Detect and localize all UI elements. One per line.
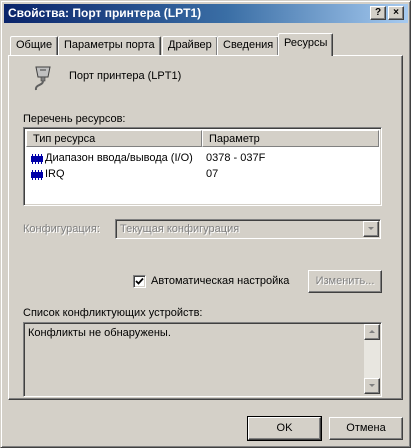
scroll-down-button[interactable] bbox=[364, 378, 380, 394]
table-row[interactable]: Диапазон ввода/вывода (I/O) 0378 - 037F bbox=[26, 150, 379, 166]
chip-icon bbox=[30, 169, 44, 185]
chevron-down-icon bbox=[368, 227, 374, 230]
arrow-up-icon bbox=[369, 330, 375, 333]
resource-value: 0378 - 037F bbox=[206, 152, 266, 164]
conflicts-box: Конфликты не обнаружены. bbox=[23, 322, 382, 397]
resource-value: 07 bbox=[206, 168, 219, 180]
printer-port-icon bbox=[31, 64, 57, 94]
table-row[interactable]: IRQ 07 bbox=[26, 166, 379, 182]
column-header-value[interactable]: Параметр bbox=[202, 130, 379, 147]
device-name: Порт принтера (LPT1) bbox=[69, 70, 182, 82]
checkmark-icon bbox=[135, 277, 144, 285]
auto-settings-label: Автоматическая настройка bbox=[151, 275, 290, 287]
help-button[interactable]: ? bbox=[370, 6, 386, 20]
resource-list[interactable]: Тип ресурса Параметр Диапазон ввода/выво… bbox=[23, 127, 382, 206]
resource-type: IRQ bbox=[45, 168, 65, 180]
vertical-scrollbar[interactable] bbox=[364, 324, 380, 394]
resources-panel: Порт принтера (LPT1) Перечень ресурсов: … bbox=[8, 55, 403, 400]
cancel-button[interactable]: Отмена bbox=[329, 417, 403, 440]
dropdown-button[interactable] bbox=[363, 221, 379, 237]
close-button[interactable]: × bbox=[388, 6, 404, 20]
title-bar[interactable]: Свойства: Порт принтера (LPT1) ? × bbox=[4, 4, 408, 23]
tab-driver[interactable]: Драйвер bbox=[162, 36, 218, 55]
change-settings-button[interactable]: Изменить... bbox=[308, 270, 382, 293]
properties-dialog: Свойства: Порт принтера (LPT1) ? × Общие… bbox=[0, 0, 411, 448]
conflicts-label: Список конфликтующих устройств: bbox=[23, 307, 203, 319]
column-header-type[interactable]: Тип ресурса bbox=[26, 130, 202, 147]
conflicts-text: Конфликты не обнаружены. bbox=[28, 327, 171, 339]
ok-button[interactable]: OK bbox=[247, 416, 322, 441]
arrow-down-icon bbox=[369, 384, 375, 387]
tab-resources[interactable]: Ресурсы bbox=[278, 33, 334, 56]
tab-details[interactable]: Сведения bbox=[217, 36, 280, 55]
window-title: Свойства: Порт принтера (LPT1) bbox=[8, 6, 202, 20]
tab-port-settings[interactable]: Параметры порта bbox=[58, 36, 161, 55]
close-icon: × bbox=[393, 7, 399, 18]
configuration-select[interactable]: Текущая конфигурация bbox=[115, 219, 381, 239]
configuration-value: Текущая конфигурация bbox=[120, 223, 240, 235]
tab-general[interactable]: Общие bbox=[10, 36, 59, 55]
resources-label: Перечень ресурсов: bbox=[23, 113, 126, 125]
scroll-up-button[interactable] bbox=[364, 324, 380, 340]
configuration-label: Конфигурация: bbox=[23, 223, 100, 235]
auto-settings-checkbox[interactable] bbox=[133, 275, 146, 288]
resource-type: Диапазон ввода/вывода (I/O) bbox=[45, 152, 193, 164]
